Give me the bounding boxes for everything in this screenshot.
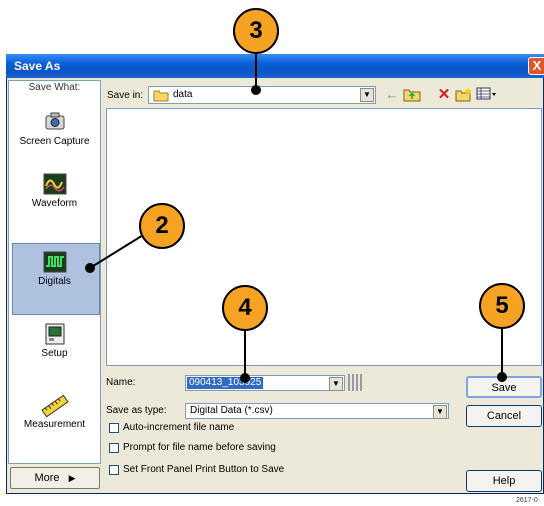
callout-3-pointer [251, 85, 261, 95]
callout-3: 3 [233, 8, 279, 54]
callout-5: 5 [479, 283, 525, 329]
callout-2: 2 [139, 203, 185, 249]
callout-4: 4 [222, 285, 268, 331]
figure-code: 2617-0 [516, 497, 538, 504]
callout-5-pointer [497, 372, 507, 382]
callout-2-pointer [85, 263, 95, 273]
callout-leader-lines [89, 40, 503, 378]
callout-4-pointer [240, 373, 250, 383]
